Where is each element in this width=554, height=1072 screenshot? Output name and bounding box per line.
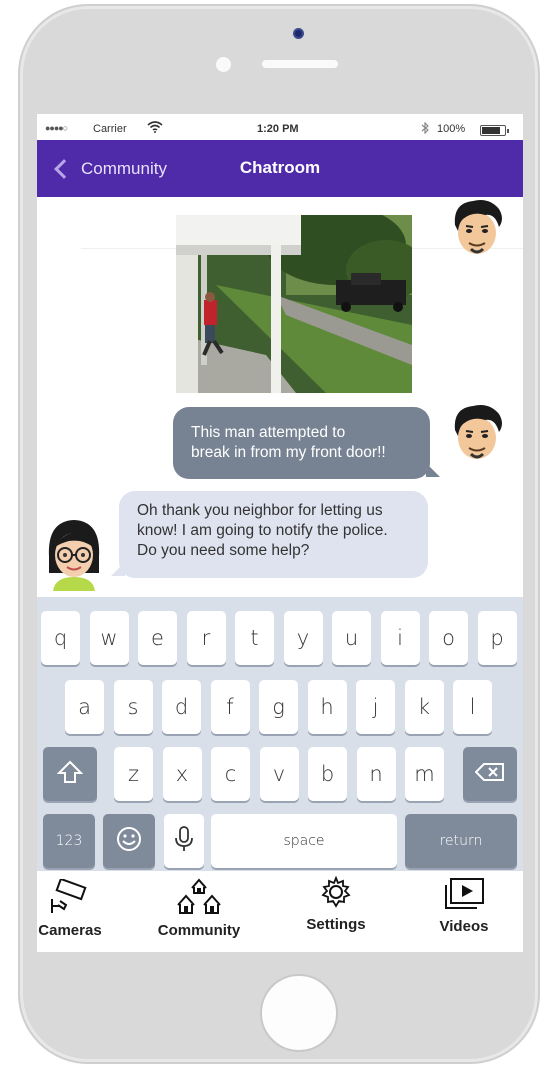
backspace-key[interactable] <box>463 747 517 801</box>
screen: ●●●●○ Carrier 1:20 PM 100% Community Cha… <box>37 114 523 952</box>
tab-cameras[interactable]: Cameras <box>37 871 103 952</box>
key-b[interactable]: b <box>308 747 347 801</box>
wifi-icon <box>147 121 163 136</box>
message-text-line: know! I am going to notify the police. <box>137 522 388 539</box>
key-t[interactable]: t <box>235 611 274 665</box>
my-avatar <box>449 197 505 257</box>
tab-label: Cameras <box>38 922 102 939</box>
key-f[interactable]: f <box>210 680 250 734</box>
battery-fill <box>482 127 500 134</box>
key-g[interactable]: g <box>259 680 298 734</box>
bluetooth-icon <box>421 121 429 137</box>
message-text-line: Do you need some help? <box>137 542 310 559</box>
proximity-sensor <box>216 57 231 72</box>
message-text-line: This man attempted to <box>191 424 346 441</box>
emoji-key[interactable] <box>103 814 155 868</box>
space-key[interactable]: space <box>211 814 397 868</box>
key-p[interactable]: p <box>477 611 517 665</box>
battery-percentage: 100% <box>437 123 466 135</box>
shift-arrow-icon <box>56 760 84 789</box>
tab-label: Settings <box>306 916 366 933</box>
numbers-key[interactable]: 123 <box>43 814 95 868</box>
battery-icon <box>480 125 509 136</box>
key-o[interactable]: o <box>429 611 468 665</box>
video-play-icon <box>443 877 485 916</box>
key-q[interactable]: q <box>41 611 80 665</box>
page-title: Chatroom <box>239 158 321 177</box>
key-c[interactable]: c <box>211 747 250 801</box>
navigation-bar: Community Chatroom <box>37 140 523 197</box>
key-k[interactable]: k <box>404 680 444 734</box>
incoming-message-bubble[interactable]: Oh thank you neighbor for letting us kno… <box>111 491 428 578</box>
tab-label: Community <box>157 922 241 939</box>
key-d[interactable]: d <box>162 680 201 734</box>
outgoing-message-bubble[interactable]: This man attempted to break in from my f… <box>173 407 440 479</box>
front-camera <box>293 28 304 39</box>
gear-icon <box>317 875 355 914</box>
key-v[interactable]: v <box>259 747 299 801</box>
key-x[interactable]: x <box>162 747 202 801</box>
key-h[interactable]: h <box>307 680 347 734</box>
neighbor-avatar <box>45 517 103 591</box>
tab-bar: Cameras Community Settings Videos <box>37 871 523 952</box>
key-r[interactable]: r <box>186 611 226 665</box>
message-text-line: Oh thank you neighbor for letting us <box>137 502 383 519</box>
smiley-icon <box>116 826 142 857</box>
tab-label: Videos <box>439 918 489 935</box>
key-m[interactable]: m <box>405 747 444 801</box>
tab-settings[interactable]: Settings <box>297 871 375 952</box>
key-i[interactable]: i <box>380 611 420 665</box>
key-s[interactable]: s <box>113 680 153 734</box>
key-j[interactable]: j <box>356 680 395 734</box>
on-screen-keyboard: 123 space return qwertyuiop asdfghjkl zxcv… <box>37 597 523 871</box>
carrier-name: Carrier <box>93 123 127 135</box>
key-e[interactable]: e <box>138 611 177 665</box>
key-w[interactable]: w <box>89 611 129 665</box>
return-key[interactable]: return <box>405 814 517 868</box>
camera-icon <box>48 877 92 920</box>
tab-videos[interactable]: Videos <box>429 871 499 952</box>
key-y[interactable]: y <box>283 611 323 665</box>
clock: 1:20 PM <box>257 123 299 135</box>
key-u[interactable]: u <box>332 611 371 665</box>
microphone-key[interactable] <box>164 814 204 868</box>
key-n[interactable]: n <box>356 747 396 801</box>
backspace-icon <box>474 762 505 787</box>
key-a[interactable]: a <box>65 680 104 734</box>
home-button[interactable] <box>260 974 338 1052</box>
message-text-line: break in from my front door!! <box>191 444 386 461</box>
message-photo[interactable] <box>176 215 412 393</box>
microphone-icon <box>175 825 193 857</box>
signal-strength: ●●●●○ <box>45 123 68 133</box>
my-avatar <box>449 402 505 462</box>
status-bar: ●●●●○ Carrier 1:20 PM 100% <box>37 114 523 140</box>
shift-key[interactable] <box>43 747 97 801</box>
tab-community[interactable]: Community <box>151 871 247 952</box>
key-l[interactable]: l <box>453 680 492 734</box>
houses-icon <box>172 877 226 920</box>
chat-thread[interactable]: This man attempted to break in from my f… <box>37 197 523 597</box>
key-z[interactable]: z <box>114 747 153 801</box>
earpiece-speaker <box>262 60 338 68</box>
